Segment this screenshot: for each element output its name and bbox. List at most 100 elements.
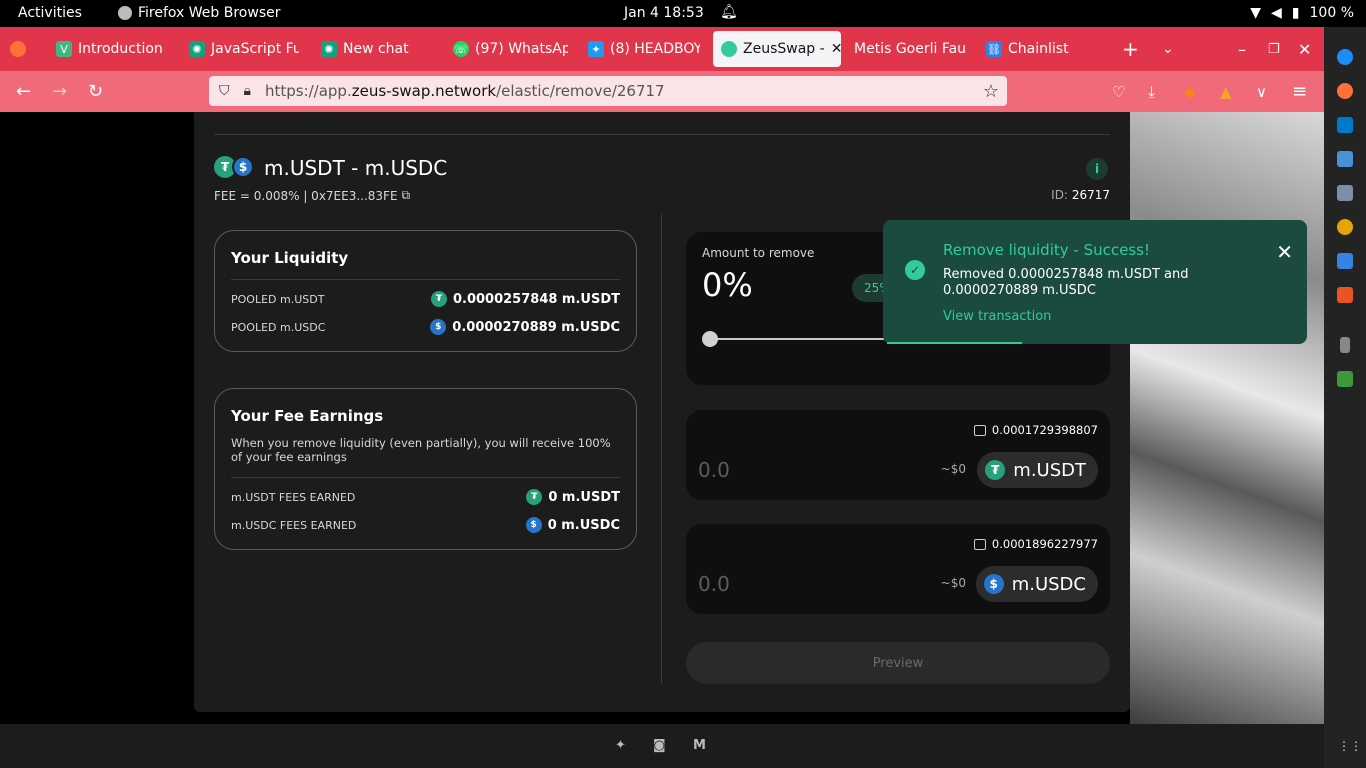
drive-icon[interactable]	[1340, 337, 1350, 353]
tab-zeusswap[interactable]: ZeusSwap - ✕	[713, 31, 841, 67]
maximize-icon[interactable]: ❐	[1268, 27, 1280, 71]
firefox-view-icon	[10, 41, 26, 57]
check-circle-icon: ✓	[905, 260, 925, 280]
divider	[231, 477, 620, 478]
position-id-value: 26717	[1071, 188, 1110, 202]
row-label: POOLED m.USDC	[231, 320, 326, 334]
usdt-amount-input[interactable]: 0.0	[698, 458, 730, 482]
tab-chainlist[interactable]: ⛓ Chainlist	[986, 27, 1086, 71]
tab-metis-faucet[interactable]: Metis Goerli Fauc	[854, 27, 966, 71]
app-menu[interactable]: Firefox Web Browser	[118, 5, 281, 21]
tab-twitter[interactable]: ✦ (8) HEADBOY	[588, 27, 700, 71]
downloads-icon[interactable]: ⤓	[1148, 71, 1155, 112]
tab-label: Chainlist	[1008, 41, 1069, 57]
fee-and-address: FEE = 0.008% | 0x7EE3...83FE	[214, 188, 398, 203]
address-bar[interactable]: ⛉ 🔒︎ https://app. zeus-swap.network/elasti…	[209, 76, 1007, 106]
hamburger-menu-icon[interactable]: ≡	[1292, 71, 1307, 112]
files-icon[interactable]	[1337, 185, 1353, 201]
app-name: Firefox Web Browser	[138, 5, 281, 21]
balance-value: 0.0001896227977	[991, 537, 1098, 551]
row-value: 0 m.USDC	[547, 517, 620, 533]
vscode-icon[interactable]	[1337, 117, 1353, 133]
success-toast: ✓ Remove liquidity - Success! Removed 0.…	[883, 220, 1307, 344]
usdt-token-chip: ₮ m.USDT	[977, 452, 1098, 488]
wallet-icon	[973, 424, 986, 436]
usdc-output-panel: 0.0001896227977 0.0 ~$0 $ m.USDC	[686, 524, 1110, 614]
background-statue-image	[1130, 112, 1324, 724]
firefox-icon[interactable]	[1337, 83, 1353, 99]
forward-arrow-icon[interactable]: →	[52, 71, 67, 112]
rhythmbox-icon[interactable]	[1337, 219, 1353, 235]
copy-icon[interactable]: ⧉	[402, 188, 411, 203]
usdc-balance: 0.0001896227977	[973, 537, 1098, 551]
back-arrow-icon[interactable]: ←	[16, 71, 31, 112]
close-icon[interactable]: ✕	[1276, 240, 1293, 264]
extension-v-icon[interactable]: ∨	[1256, 71, 1267, 112]
position-id: ID: 26717	[1051, 188, 1110, 202]
slider-handle[interactable]	[702, 331, 718, 347]
extension-icon[interactable]: ▲	[1220, 71, 1232, 112]
minimize-icon[interactable]: –	[1238, 27, 1246, 71]
close-window-icon[interactable]: ✕	[1298, 27, 1311, 71]
toast-title: Remove liquidity - Success!	[943, 241, 1150, 259]
info-icon[interactable]: i	[1086, 158, 1108, 180]
shield-icon[interactable]: ⛉	[219, 83, 230, 99]
wallet-icon	[973, 538, 986, 550]
wifi-icon: ▼	[1250, 5, 1262, 21]
writer-icon[interactable]	[1337, 253, 1353, 269]
medium-icon[interactable]: M	[693, 738, 706, 753]
tab-label: New chat	[343, 41, 409, 57]
tab-introduction[interactable]: V Introduction |	[56, 27, 168, 71]
battery-percent: 100 %	[1309, 5, 1354, 21]
metamask-icon[interactable]: ◆	[1184, 71, 1196, 112]
row-value: 0 m.USDT	[548, 489, 620, 505]
bookmark-star-icon[interactable]: ☆	[983, 81, 999, 102]
firefox-view-button[interactable]	[10, 27, 34, 71]
your-liquidity-box: Your Liquidity POOLED m.USDT ₮ 0.00002578…	[214, 230, 637, 352]
activities-button[interactable]: Activities	[18, 5, 82, 21]
show-apps-grid-icon[interactable]: ⋮⋮⋮	[1338, 739, 1366, 753]
chat-icon[interactable]	[1337, 151, 1353, 167]
row-value: 0.0000270889 m.USDC	[452, 319, 620, 335]
tab-whatsapp[interactable]: ☏ (97) WhatsAp	[453, 27, 568, 71]
fee-earnings-box: Your Fee Earnings When you remove liquid…	[214, 388, 637, 550]
url-path: /elastic/remove/26717	[496, 82, 665, 100]
usdc-icon: $	[430, 319, 447, 335]
fee-line: FEE = 0.008% | 0x7EE3...83FE ⧉	[214, 188, 410, 203]
token-symbol: m.USDC	[1011, 573, 1086, 595]
help-icon[interactable]	[1337, 49, 1353, 65]
lock-icon[interactable]: 🔒︎	[244, 83, 251, 99]
tab-new-chat[interactable]: ✺ New chat	[321, 27, 431, 71]
tab-javascript[interactable]: ✺ JavaScript Fu	[189, 27, 299, 71]
chatgpt-icon: ✺	[321, 41, 337, 57]
reload-icon[interactable]: ↻	[88, 71, 103, 112]
toast-message: Removed 0.0000257848 m.USDT and 0.000027…	[943, 267, 1189, 298]
usdc-amount-input[interactable]: 0.0	[698, 572, 730, 596]
clock[interactable]: Jan 4 18:53	[624, 5, 704, 21]
row-label: m.USDT FEES EARNED	[231, 490, 356, 504]
tab-bar: V Introduction | ✺ JavaScript Fu ✺ New chat…	[0, 27, 1324, 71]
url-prefix: https://app.	[264, 82, 352, 100]
new-tab-button[interactable]: +	[1122, 27, 1139, 71]
close-tab-icon[interactable]: ✕	[831, 41, 841, 57]
pocket-icon[interactable]: ♡	[1112, 71, 1125, 112]
chatgpt-icon: ✺	[189, 41, 205, 57]
balance-value: 0.0001729398807	[991, 423, 1098, 437]
divider	[214, 134, 1110, 135]
fee-earnings-description: When you remove liquidity (even partiall…	[231, 436, 611, 464]
chainlist-icon: ⛓	[986, 41, 1002, 57]
liquidity-title: Your Liquidity	[231, 249, 349, 267]
pair-title: m.USDT - m.USDC	[264, 156, 448, 180]
tab-list-chevron-icon[interactable]: ⌄	[1162, 27, 1174, 71]
tab-label: Metis Goerli Fauc	[854, 41, 966, 57]
page-footer: ✦ ◙ M	[0, 724, 1324, 768]
system-tray[interactable]: ▼ ◀ ▮ 100 %	[1250, 5, 1354, 21]
software-center-icon[interactable]	[1337, 287, 1353, 303]
usdc-icon: $	[525, 517, 542, 533]
firefox-icon	[118, 6, 132, 20]
twitter-icon[interactable]: ✦	[615, 738, 626, 753]
trash-icon[interactable]	[1337, 371, 1353, 387]
preview-button[interactable]: Preview	[686, 642, 1110, 684]
view-transaction-link[interactable]: View transaction	[943, 309, 1051, 324]
discord-icon[interactable]: ◙	[653, 738, 666, 753]
